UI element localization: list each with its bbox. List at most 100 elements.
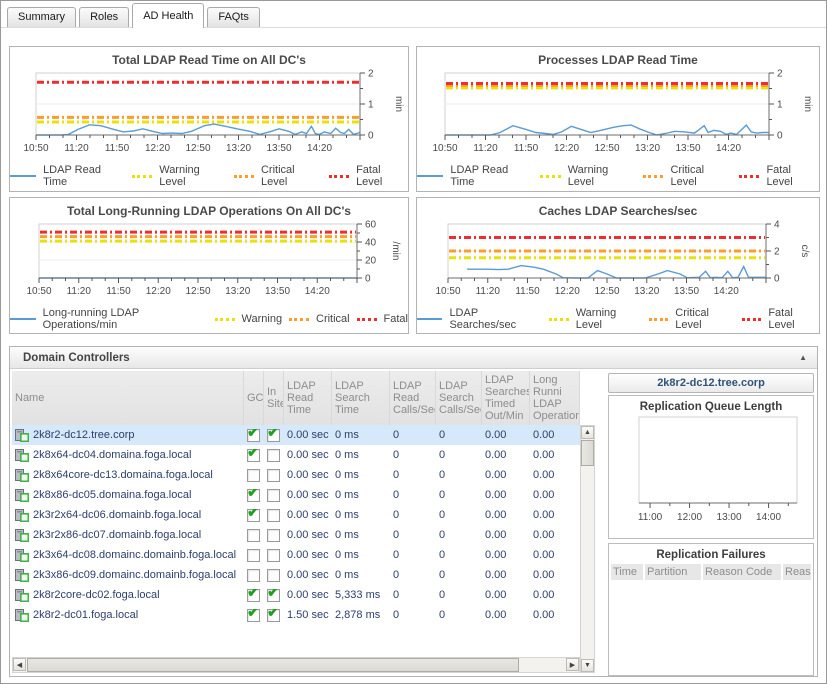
read-calls-cell: 0 bbox=[390, 529, 436, 541]
legend-line-sample bbox=[417, 175, 443, 177]
scroll-left-button[interactable]: ◀ bbox=[13, 658, 26, 671]
chart-legend: LDAP Read TimeWarning LevelCritical Leve… bbox=[10, 164, 408, 188]
search-time-cell: 5,333 ms bbox=[332, 589, 390, 601]
svg-text:10:50: 10:50 bbox=[26, 286, 51, 297]
table-row[interactable]: 2k3r2x64-dc06.domainb.foga.local✔0.00 se… bbox=[12, 505, 580, 525]
scroll-right-button[interactable]: ▶ bbox=[566, 658, 579, 671]
in-site-cell bbox=[264, 529, 284, 542]
scroll-up-button[interactable]: ▲ bbox=[581, 426, 594, 439]
table-body: 2k8r2-dc12.tree.corp✔✔0.00 sec0 ms000.00… bbox=[12, 425, 580, 625]
chart-plot: 10:5011:2011:5012:2012:5013:2013:5014:20… bbox=[421, 67, 815, 163]
timed-out-cell: 0.00 bbox=[482, 429, 530, 441]
svg-text:11:20: 11:20 bbox=[476, 286, 501, 297]
dc-name-label: 2k3x86-dc09.domainc.domainb.foga.local bbox=[33, 569, 236, 581]
svg-text:2: 2 bbox=[368, 69, 374, 80]
horizontal-scroll-thumb[interactable] bbox=[27, 658, 519, 672]
in-site-checkbox: ✔ bbox=[267, 589, 280, 602]
table-row[interactable]: 2k8r2-dc12.tree.corp✔✔0.00 sec0 ms000.00… bbox=[12, 425, 580, 445]
chart-legend: LDAP Searches/secWarning LevelCritical L… bbox=[417, 307, 819, 331]
chart-title: Processes LDAP Read Time bbox=[417, 47, 819, 67]
dc-name-label: 2k8x64core-dc13.domaina.foga.local bbox=[33, 469, 213, 481]
chart-plot: 10:5011:2011:5012:2012:5013:2013:5014:20… bbox=[12, 67, 406, 163]
svg-text:2: 2 bbox=[777, 69, 783, 80]
dc-name-label: 2k8r2-dc12.tree.corp bbox=[33, 429, 135, 441]
column-header-time[interactable]: Time bbox=[611, 564, 643, 580]
table-row[interactable]: 2k3x86-dc09.domainc.domainb.foga.local0.… bbox=[12, 565, 580, 585]
dc-name-label: 2k3r2x86-dc07.domainb.foga.local bbox=[33, 529, 201, 541]
column-header-timed-out[interactable]: LDAP Searches Timed Out/Min bbox=[482, 371, 530, 425]
horizontal-scrollbar[interactable]: ◀ ▶ bbox=[12, 657, 580, 673]
svg-text:12:00: 12:00 bbox=[677, 512, 702, 523]
search-time-cell: 0 ms bbox=[332, 569, 390, 581]
column-header-read-calls[interactable]: LDAP Read Calls/Sec bbox=[390, 371, 436, 425]
dc-name-cell: 2k8r2-dc01.foga.local bbox=[12, 609, 244, 622]
in-site-checkbox: ✔ bbox=[267, 429, 280, 442]
table-row[interactable]: 2k8r2-dc01.foga.local✔✔1.50 sec2,878 ms0… bbox=[12, 605, 580, 625]
search-time-cell: 2,878 ms bbox=[332, 609, 390, 621]
gc-checkbox: ✔ bbox=[247, 609, 260, 622]
tab-faqts[interactable]: FAQts bbox=[207, 7, 260, 27]
svg-text:2: 2 bbox=[774, 247, 780, 258]
svg-text:12:20: 12:20 bbox=[554, 143, 579, 154]
gc-cell: ✔ bbox=[244, 609, 264, 622]
chart-title: Caches LDAP Searches/sec bbox=[417, 198, 819, 218]
svg-text:14:20: 14:20 bbox=[305, 286, 330, 297]
table-row[interactable]: 2k8r2core-dc02.foga.local✔✔0.00 sec5,333… bbox=[12, 585, 580, 605]
svg-text:13:20: 13:20 bbox=[226, 143, 251, 154]
table-row[interactable]: 2k8x86-dc05.domaina.foga.local✔0.00 sec0… bbox=[12, 485, 580, 505]
table-row[interactable]: 2k3x64-dc08.domainc.domainb.foga.local0.… bbox=[12, 545, 580, 565]
dc-name-label: 2k8x64-dc04.domaina.foga.local bbox=[33, 449, 191, 461]
collapse-icon[interactable]: ▲ bbox=[799, 353, 807, 362]
domain-controller-icon bbox=[15, 509, 29, 522]
dc-name-cell: 2k3r2x86-dc07.domainb.foga.local bbox=[12, 529, 244, 542]
column-header-partition[interactable]: Partition bbox=[645, 564, 701, 580]
svg-text:13:20: 13:20 bbox=[634, 286, 659, 297]
replication-failures-panel: Replication Failures Time Partition Reas… bbox=[608, 543, 814, 676]
vertical-scrollbar[interactable]: ▲ ▼ bbox=[580, 425, 595, 673]
tab-ad-health[interactable]: AD Health bbox=[132, 3, 204, 28]
column-header-reason-code[interactable]: Reason Code bbox=[703, 564, 781, 580]
svg-text:12:20: 12:20 bbox=[555, 286, 580, 297]
svg-text:60: 60 bbox=[365, 220, 377, 231]
chart-title: Total LDAP Read Time on All DC's bbox=[10, 47, 408, 67]
legend-dash-sample bbox=[742, 318, 762, 321]
gc-cell: ✔ bbox=[244, 429, 264, 442]
column-header-gc[interactable]: GC bbox=[244, 371, 264, 425]
column-header-search-calls[interactable]: LDAP Search Calls/Sec bbox=[436, 371, 482, 425]
chart-plot: 10:5011:2011:5012:2012:5013:2013:5014:20… bbox=[15, 218, 403, 306]
domain-controllers-header[interactable]: Domain Controllers ▲ bbox=[10, 347, 817, 369]
legend-dash-sample bbox=[540, 175, 561, 178]
search-time-cell: 0 ms bbox=[332, 469, 390, 481]
column-header-in-site[interactable]: In Site bbox=[264, 371, 284, 425]
vertical-scroll-thumb[interactable] bbox=[581, 440, 594, 466]
column-header-reason[interactable]: Reason bbox=[783, 564, 811, 580]
column-header-search-time[interactable]: LDAP Search Time bbox=[332, 371, 390, 425]
read-time-cell: 0.00 sec bbox=[284, 449, 332, 461]
in-site-cell bbox=[264, 449, 284, 462]
search-calls-cell: 0 bbox=[436, 529, 482, 541]
column-header-name[interactable]: Name bbox=[12, 371, 244, 425]
domain-controller-icon bbox=[15, 549, 29, 562]
chart-title: Total Long-Running LDAP Operations On Al… bbox=[10, 198, 408, 218]
svg-text:10:50: 10:50 bbox=[432, 143, 457, 154]
column-header-long-running[interactable]: Long Runni LDAP Operations bbox=[530, 371, 580, 425]
tab-roles[interactable]: Roles bbox=[79, 7, 129, 27]
table-row[interactable]: 2k8x64core-dc13.domaina.foga.local0.00 s… bbox=[12, 465, 580, 485]
column-header-read-time[interactable]: LDAP Read Time bbox=[284, 371, 332, 425]
selected-dc-button[interactable]: 2k8r2-dc12.tree.corp bbox=[608, 373, 814, 393]
svg-text:12:50: 12:50 bbox=[594, 143, 619, 154]
svg-text:11:50: 11:50 bbox=[106, 286, 131, 297]
legend-label: Fatal bbox=[384, 313, 408, 325]
green-check-icon: ✔ bbox=[247, 609, 260, 621]
table-row[interactable]: 2k8x64-dc04.domaina.foga.local✔0.00 sec0… bbox=[12, 445, 580, 465]
table-row[interactable]: 2k3r2x86-dc07.domainb.foga.local0.00 sec… bbox=[12, 525, 580, 545]
scroll-down-button[interactable]: ▼ bbox=[581, 659, 594, 672]
tab-summary[interactable]: Summary bbox=[7, 7, 76, 27]
read-calls-cell: 0 bbox=[390, 449, 436, 461]
green-check-icon: ✔ bbox=[247, 509, 260, 521]
timed-out-cell: 0.00 bbox=[482, 509, 530, 521]
svg-text:10:50: 10:50 bbox=[435, 286, 460, 297]
search-time-cell: 0 ms bbox=[332, 549, 390, 561]
in-site-checkbox bbox=[267, 489, 280, 502]
svg-text:11:20: 11:20 bbox=[67, 286, 92, 297]
